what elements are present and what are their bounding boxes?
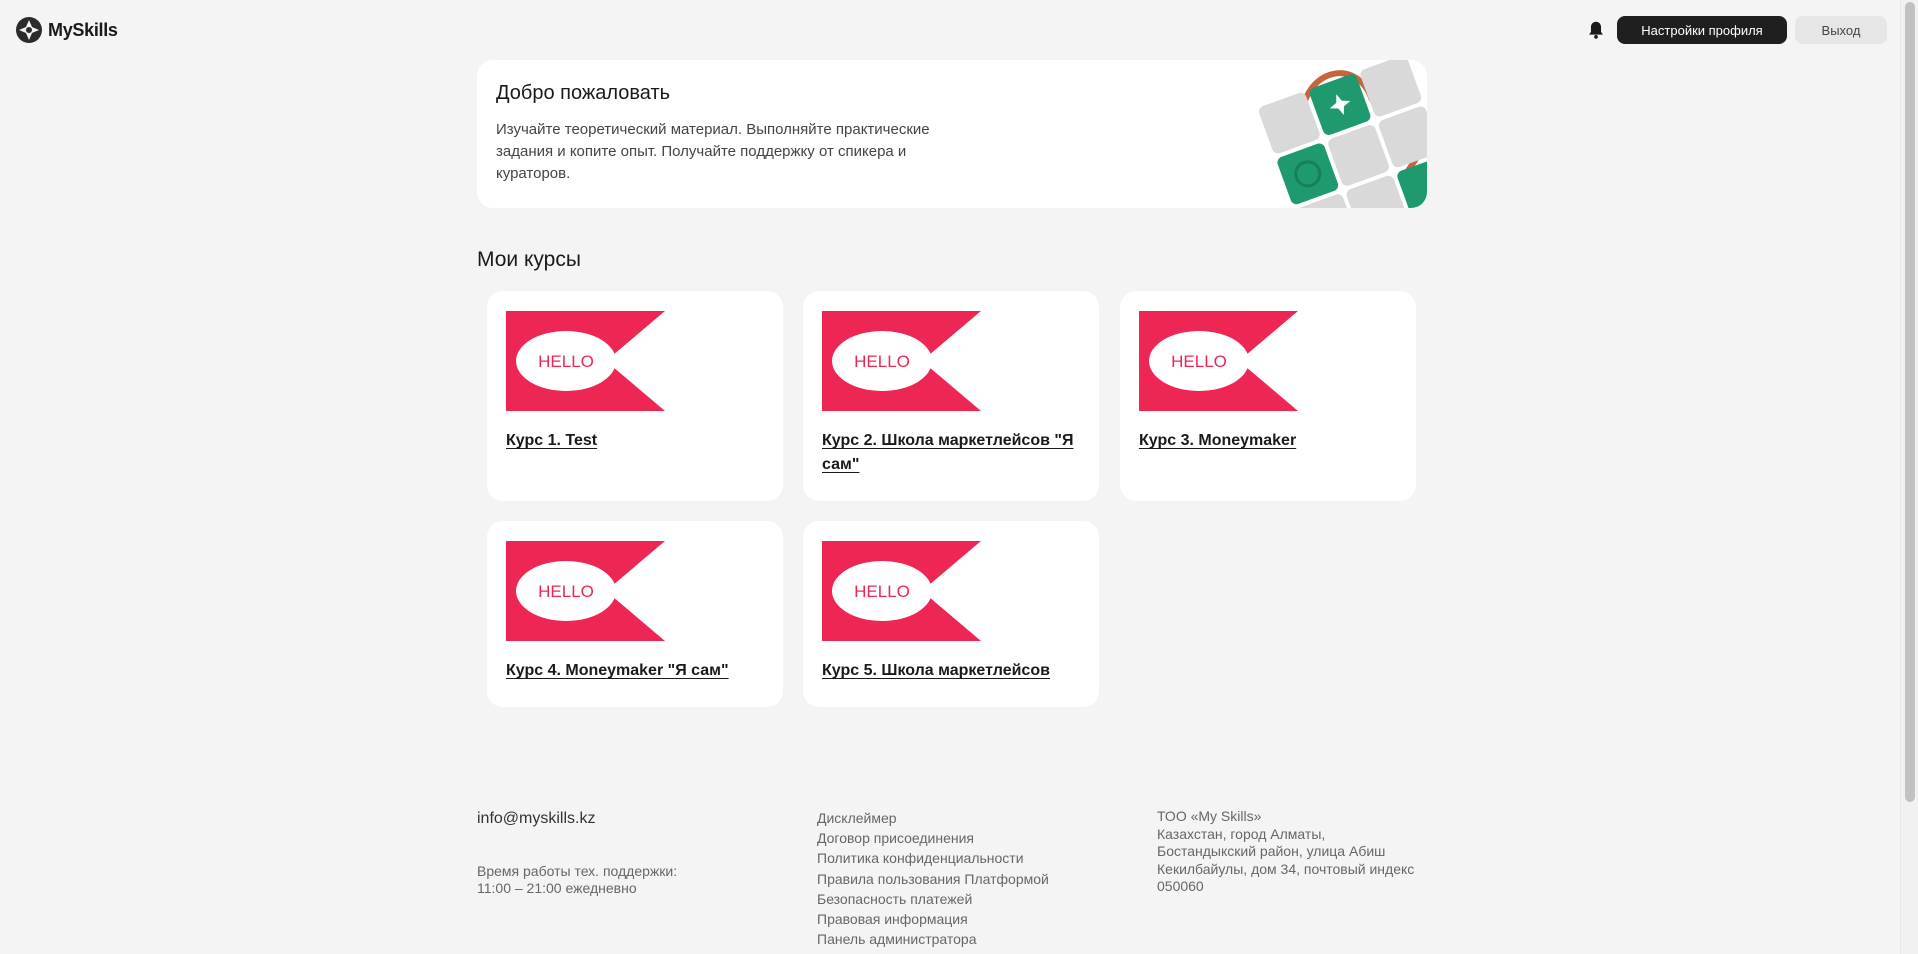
course-banner-image: HELLO <box>822 311 981 411</box>
welcome-banner: Добро пожаловать Изучайте теоретический … <box>477 60 1427 208</box>
footer-link-platform-rules[interactable]: Правила пользования Платформой <box>817 871 1049 887</box>
course-title-link[interactable]: Курс 4. Moneymaker "Я сам" <box>506 659 766 683</box>
welcome-text: Изучайте теоретический материал. Выполня… <box>496 121 930 182</box>
myskills-logo-icon <box>16 17 42 43</box>
course-banner-text: HELLO <box>854 582 910 601</box>
scrollbar[interactable] <box>1900 0 1918 954</box>
course-banner-text: HELLO <box>854 352 910 371</box>
welcome-title: Добро пожаловать <box>496 82 671 104</box>
course-card[interactable]: HELLO Курс 2. Школа маркетлейсов "Я сам" <box>803 291 1099 501</box>
course-banner-image: HELLO <box>1139 311 1298 411</box>
course-card[interactable]: HELLO Курс 1. Test <box>487 291 783 501</box>
course-title-link[interactable]: Курс 3. Moneymaker <box>1139 429 1399 453</box>
course-card[interactable]: HELLO Курс 3. Moneymaker <box>1120 291 1416 501</box>
course-banner-image: HELLO <box>506 541 665 641</box>
profile-settings-button[interactable]: Настройки профиля <box>1617 16 1787 44</box>
welcome-illustration <box>1258 60 1427 208</box>
course-banner-text: HELLO <box>1171 352 1227 371</box>
course-banner-text: HELLO <box>538 352 594 371</box>
my-courses-title: Мои курсы <box>477 248 581 271</box>
logo[interactable]: MySkills <box>15 16 118 44</box>
footer-link-legal-info[interactable]: Правовая информация <box>817 911 968 927</box>
footer-link-privacy[interactable]: Политика конфиденциальности <box>817 850 1024 866</box>
footer-link-payment-security[interactable]: Безопасность платежей <box>817 891 972 907</box>
course-card[interactable]: HELLO Курс 5. Школа маркетлейсов <box>803 521 1099 707</box>
footer: info@myskills.kz Время работы тех. подде… <box>477 800 1427 954</box>
course-title-link[interactable]: Курс 1. Test <box>506 429 766 453</box>
bell-icon[interactable] <box>1585 19 1607 41</box>
course-title-link[interactable]: Курс 2. Школа маркетлейсов "Я сам" <box>822 429 1082 477</box>
header: MySkills Настройки профиля Выход <box>0 0 1900 60</box>
footer-email-link[interactable]: info@myskills.kz <box>477 810 595 828</box>
footer-link-admin-panel[interactable]: Панель администратора <box>817 931 977 947</box>
company-info: ТОО «My Skills» Казахстан, город Алматы,… <box>1157 808 1415 894</box>
logout-button[interactable]: Выход <box>1795 16 1887 44</box>
footer-links: Дисклеймер Договор присоединения Политик… <box>817 808 1049 949</box>
footer-link-disclaimer[interactable]: Дисклеймер <box>817 810 897 826</box>
footer-link-agreement[interactable]: Договор присоединения <box>817 830 974 846</box>
support-hours: Время работы тех. поддержки: 11:00 – 21:… <box>477 863 678 896</box>
logo-text: MySkills <box>48 19 118 40</box>
course-title-link[interactable]: Курс 5. Школа маркетлейсов <box>822 659 1082 683</box>
course-banner-text: HELLO <box>538 582 594 601</box>
scrollbar-thumb[interactable] <box>1905 2 1915 802</box>
course-banner-image: HELLO <box>506 311 665 411</box>
course-card[interactable]: HELLO Курс 4. Moneymaker "Я сам" <box>487 521 783 707</box>
course-banner-image: HELLO <box>822 541 981 641</box>
